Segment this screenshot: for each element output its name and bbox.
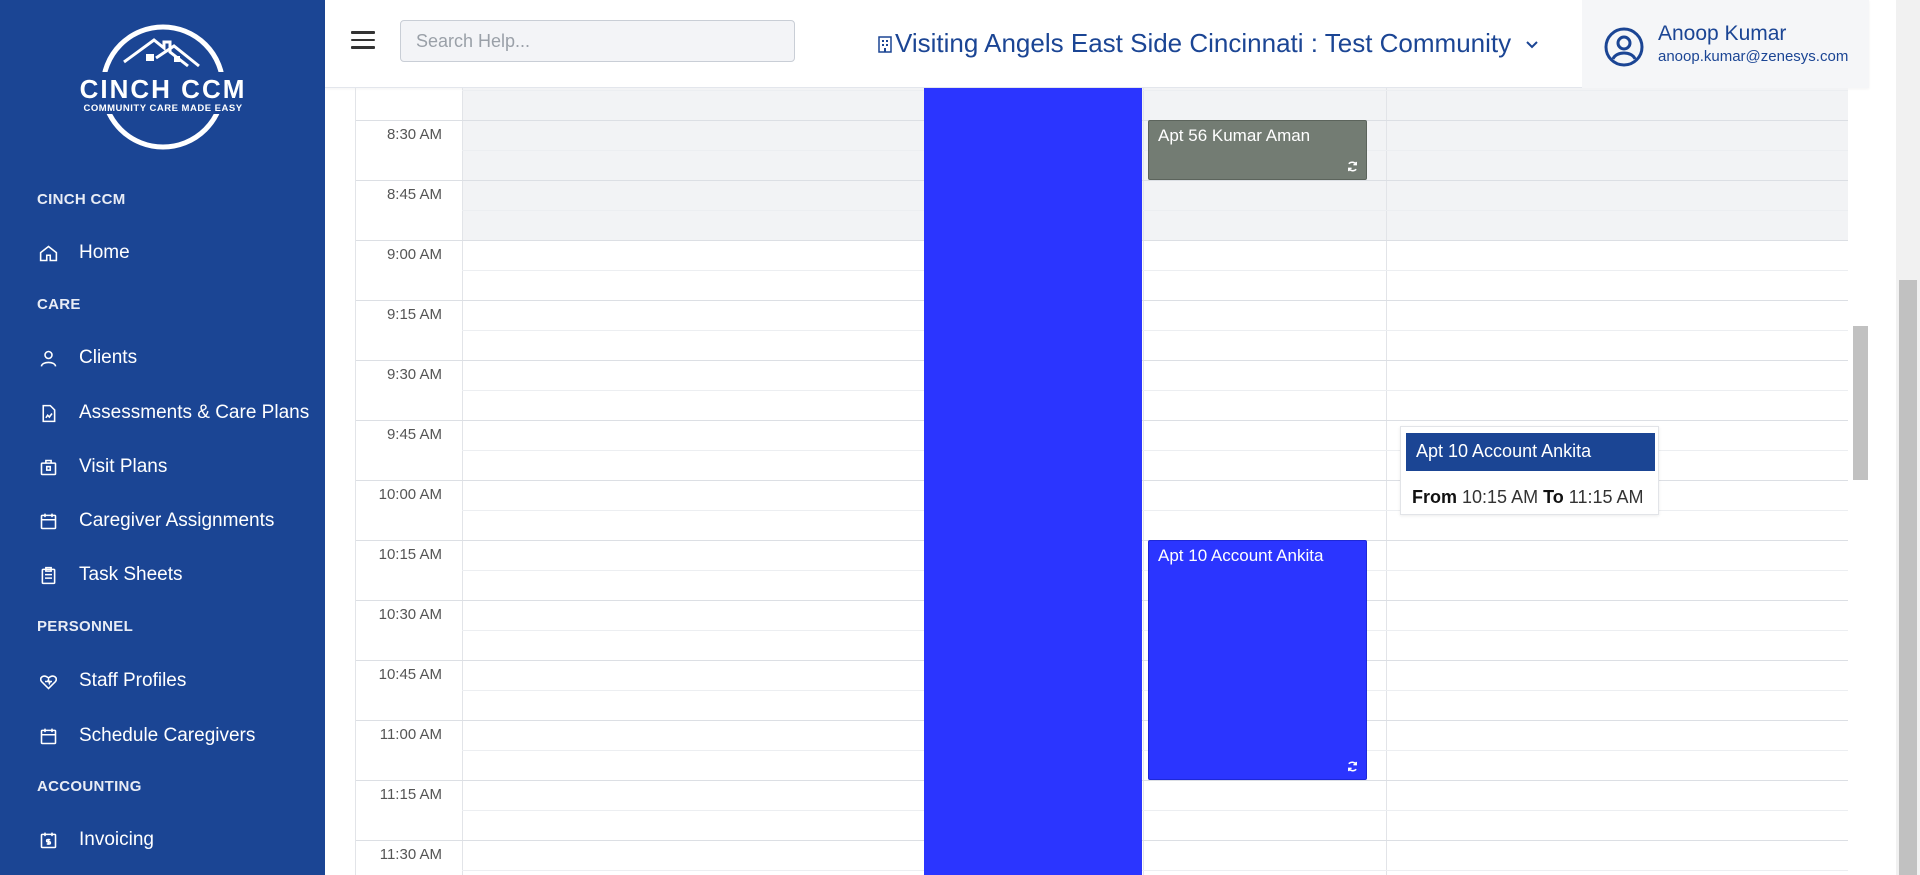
time-label: 10:30 AM <box>378 606 442 623</box>
calendar-event[interactable]: Apt 56 Kumar Aman <box>1148 120 1367 180</box>
logo-tagline: COMMUNITY CARE MADE EASY <box>83 103 242 114</box>
tooltip-title: Apt 10 Account Ankita <box>1406 433 1655 471</box>
tooltip-to-label: To <box>1543 487 1564 507</box>
tooltip-to-time: 11:15 AM <box>1568 487 1644 507</box>
logo-title: CINCH CCM <box>80 74 247 104</box>
time-label: 9:15 AM <box>386 306 442 323</box>
sidebar-item-invoicing[interactable]: Invoicing <box>37 829 154 851</box>
chevron-down-icon <box>1526 40 1538 48</box>
calendar-icon <box>37 725 59 747</box>
page-scrollbar[interactable] <box>1896 0 1920 875</box>
recurring-icon <box>1348 161 1357 172</box>
time-label: 10:45 AM <box>378 666 442 683</box>
time-label: 10:00 AM <box>378 486 442 503</box>
sidebar-item-label: Staff Profiles <box>79 670 187 691</box>
section-care: CARE <box>37 296 81 313</box>
document-chart-icon <box>37 402 59 424</box>
time-label: 11:30 AM <box>379 846 442 863</box>
calendar-scrollbar-thumb[interactable] <box>1853 326 1868 480</box>
event-title: Apt 10 Account Ankita <box>1158 546 1324 565</box>
home-icon <box>37 242 59 264</box>
logo-graphic: CINCH CCM COMMUNITY CARE MADE EASY <box>64 24 262 150</box>
sidebar-item-label: Visit Plans <box>79 456 168 477</box>
sidebar-item-home[interactable]: Home <box>37 242 130 264</box>
sidebar-item-label: Assessments & Care Plans <box>79 402 310 423</box>
calendar-icon <box>37 510 59 532</box>
time-label: 11:00 AM <box>379 726 442 743</box>
time-label: 8:30 AM <box>386 126 442 143</box>
sidebar-item-caregiver-assignments[interactable]: Caregiver Assignments <box>37 510 274 532</box>
section-accounting: ACCOUNTING <box>37 778 142 795</box>
page-scrollbar-thumb[interactable] <box>1899 280 1917 875</box>
user-profile-menu[interactable]: Anoop Kumar anoop.kumar@zenesys.com <box>1582 0 1869 88</box>
heart-badge-icon <box>37 670 59 692</box>
sidebar-item-visit-plans[interactable]: Visit Plans <box>37 456 167 478</box>
sidebar-item-label: Clients <box>79 347 138 368</box>
sidebar-item-clients[interactable]: Clients <box>37 347 137 369</box>
time-label: 8:45 AM <box>386 186 442 203</box>
section-personnel: PERSONNEL <box>37 618 134 635</box>
user-name: Anoop Kumar <box>1658 22 1787 45</box>
top-header: Visiting Angels East Side Cincinnati : T… <box>325 0 1869 88</box>
tooltip-from-label: From <box>1412 487 1457 507</box>
sidebar-item-label: Schedule Caregivers <box>79 725 256 746</box>
event-title: Apt 56 Kumar Aman <box>1158 126 1311 145</box>
tooltip-from-time: 10:15 AM <box>1462 487 1539 507</box>
sidebar: CINCH CCM COMMUNITY CARE MADE EASY CINCH… <box>0 0 325 875</box>
event-tooltip: Apt 10 Account Ankita From 10:15 AM To 1… <box>1400 426 1659 515</box>
invoice-icon <box>37 829 59 851</box>
sidebar-item-staff-profiles[interactable]: Staff Profiles <box>37 670 186 692</box>
time-label: 9:30 AM <box>386 366 442 383</box>
community-name: Visiting Angels East Side Cincinnati : T… <box>895 28 1512 58</box>
calendar-event[interactable]: Apt 10 Account Ankita <box>1148 540 1367 780</box>
sidebar-item-assessments[interactable]: Assessments & Care Plans <box>37 402 309 424</box>
section-cinch-ccm: CINCH CCM <box>37 191 126 208</box>
building-icon <box>878 35 892 53</box>
tooltip-time-range: From 10:15 AM To 11:15 AM <box>1412 487 1643 508</box>
user-email: anoop.kumar@zenesys.com <box>1658 48 1849 65</box>
recurring-icon <box>1348 761 1357 772</box>
cinch-ccm-logo[interactable]: CINCH CCM COMMUNITY CARE MADE EASY <box>64 22 262 152</box>
hamburger-menu-icon[interactable] <box>351 31 375 51</box>
sidebar-item-label: Task Sheets <box>79 564 183 585</box>
blocked-time-column[interactable] <box>924 88 1142 875</box>
search-input[interactable] <box>400 20 795 62</box>
time-label: 11:15 AM <box>379 786 442 803</box>
person-icon <box>37 347 59 369</box>
community-selector[interactable]: Visiting Angels East Side Cincinnati : T… <box>877 28 1539 59</box>
time-label: 9:00 AM <box>386 246 442 263</box>
briefcase-icon <box>37 456 59 478</box>
sidebar-item-label: Caregiver Assignments <box>79 510 275 531</box>
sidebar-item-task-sheets[interactable]: Task Sheets <box>37 564 183 586</box>
time-label: 9:45 AM <box>386 426 442 443</box>
user-avatar-icon <box>1604 27 1644 67</box>
sidebar-item-label: Home <box>79 242 130 263</box>
clipboard-icon <box>37 564 59 586</box>
sidebar-item-label: Invoicing <box>79 829 154 850</box>
sidebar-item-schedule-caregivers[interactable]: Schedule Caregivers <box>37 725 255 747</box>
time-label: 10:15 AM <box>378 546 442 563</box>
